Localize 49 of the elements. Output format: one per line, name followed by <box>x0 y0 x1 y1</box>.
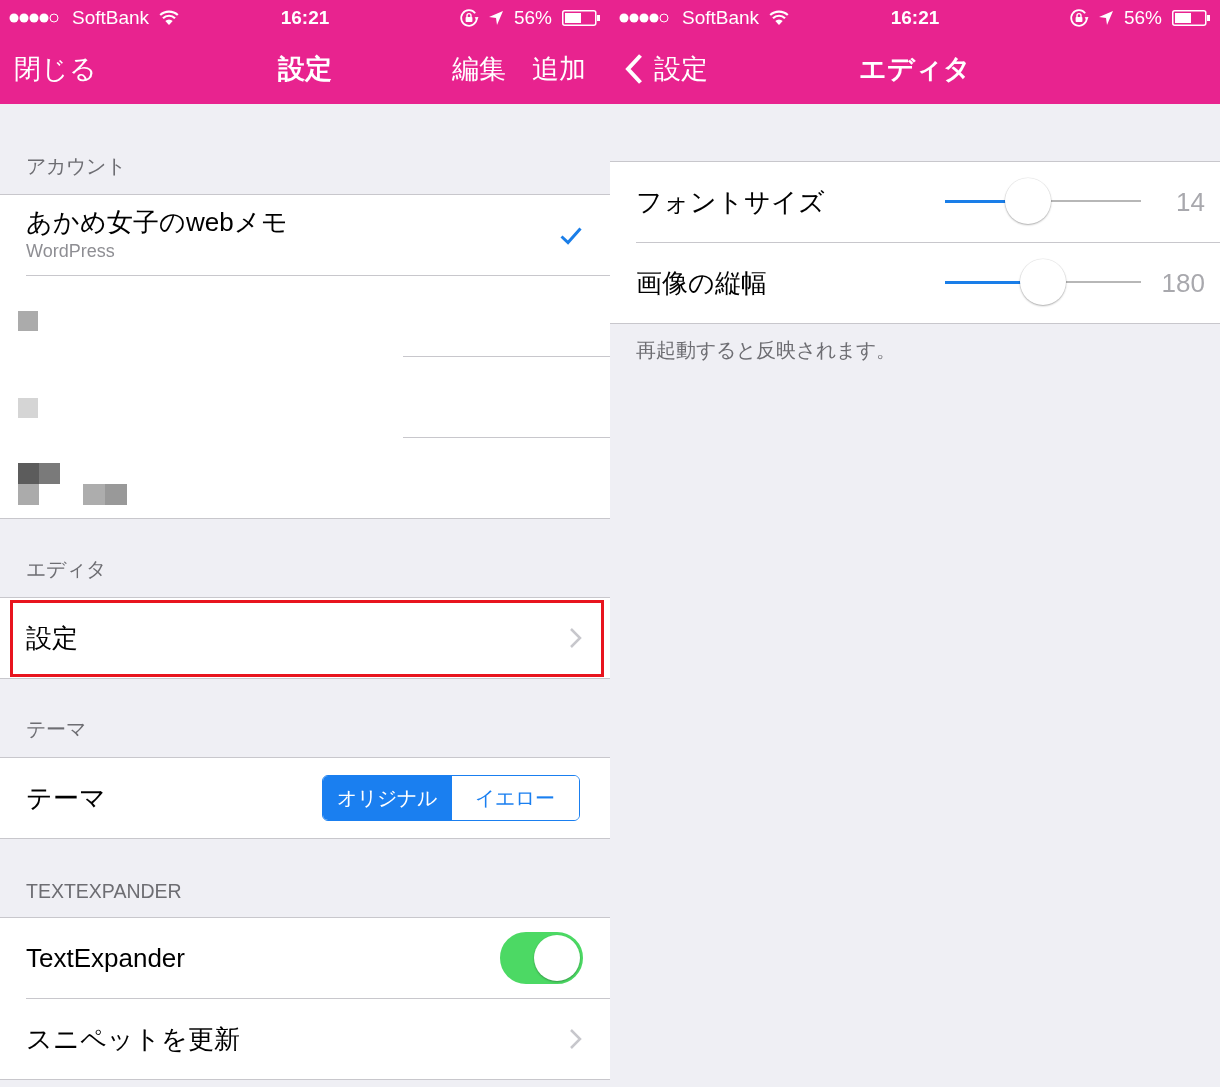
chevron-right-icon <box>569 627 582 649</box>
pixelated-redaction-drawing <box>18 311 38 331</box>
close-button[interactable]: 閉じる <box>14 53 97 86</box>
battery-percentage: 56% <box>513 6 552 29</box>
location-arrow-icon <box>488 10 503 25</box>
pixelated-redaction-drawing <box>18 398 38 418</box>
slider-thumb[interactable] <box>1005 178 1051 224</box>
nav-button[interactable]: 追加 <box>532 53 586 86</box>
account-row[interactable]: あかめ女子のwebメモ WordPress <box>0 195 610 275</box>
back-button[interactable]: 設定 <box>624 53 708 86</box>
location-arrow-icon <box>1098 10 1113 25</box>
chevron-right-icon <box>569 1028 582 1050</box>
clock-time: 16:21 <box>280 6 330 29</box>
chevron-left-icon <box>624 53 644 86</box>
clock-time: 16:21 <box>890 6 940 29</box>
slider-track[interactable] <box>945 259 1141 307</box>
segment-button[interactable]: オリジナル <box>323 776 451 820</box>
slider-value: 180 <box>1160 267 1205 299</box>
battery-icon <box>1172 9 1210 26</box>
toggle-switch[interactable] <box>500 932 583 984</box>
nav-title: 設定 <box>278 53 332 86</box>
section-header: テーマ <box>26 717 86 742</box>
segment-button[interactable]: イエロー <box>450 776 579 820</box>
signal-strength-icon <box>9 12 59 23</box>
slider-label: 画像の縦幅 <box>636 266 768 300</box>
slider-value: 14 <box>1175 186 1205 218</box>
nav-button[interactable]: 編集 <box>452 53 506 86</box>
carrier-name: SoftBank <box>72 6 150 29</box>
row-label: TextExpander <box>26 942 186 974</box>
battery-icon <box>562 9 600 26</box>
slider-thumb[interactable] <box>1020 259 1066 305</box>
rotation-lock-icon <box>458 7 479 28</box>
battery-percentage: 56% <box>1123 6 1162 29</box>
slider-track[interactable] <box>945 178 1141 226</box>
row-label: テーマ <box>26 781 107 815</box>
wifi-icon <box>769 10 790 25</box>
section-header: アカウント <box>26 154 126 179</box>
section-header: エディタ <box>26 557 106 582</box>
settings-row[interactable]: 設定 <box>0 598 610 678</box>
footer-note: 再起動すると反映されます。 <box>636 339 896 361</box>
wifi-icon <box>159 10 180 25</box>
nav-title: エディタ <box>859 53 971 86</box>
carrier-name: SoftBank <box>682 6 760 29</box>
settings-row[interactable]: スニペットを更新 <box>0 999 610 1079</box>
section-header: TEXTEXPANDER <box>26 880 182 903</box>
rotation-lock-icon <box>1068 7 1089 28</box>
signal-strength-icon <box>619 12 669 23</box>
checkmark-icon <box>560 227 582 245</box>
slider-label: フォントサイズ <box>636 185 826 219</box>
